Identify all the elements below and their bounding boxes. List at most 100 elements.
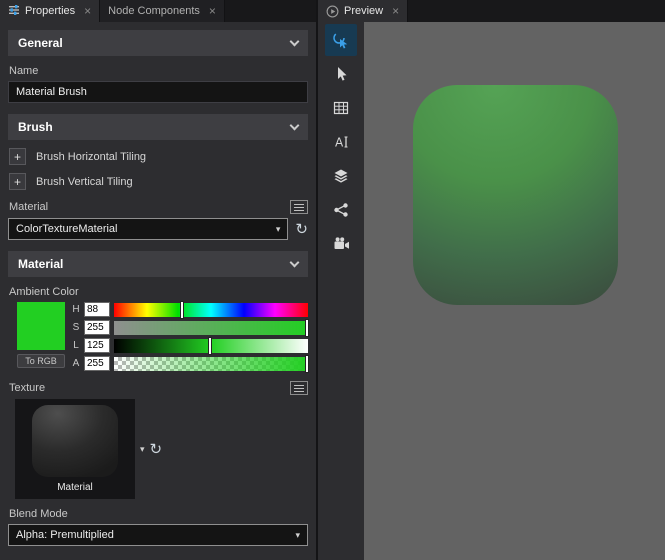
hue-slider[interactable] bbox=[114, 303, 308, 317]
chevron-down-icon bbox=[290, 257, 300, 267]
left-tabbar: Properties × Node Components × bbox=[0, 0, 316, 22]
slider-marker[interactable] bbox=[181, 302, 183, 318]
properties-icon bbox=[8, 4, 20, 19]
to-rgb-button[interactable]: To RGB bbox=[17, 354, 65, 368]
close-icon[interactable]: × bbox=[84, 5, 91, 17]
reset-icon[interactable]: ↻ bbox=[150, 442, 163, 457]
texture-thumbnail[interactable]: Material bbox=[15, 399, 135, 499]
reset-icon[interactable]: ↻ bbox=[295, 222, 308, 237]
material-dropdown[interactable]: ColorTextureMaterial ▾ bbox=[8, 218, 288, 240]
tab-node-components[interactable]: Node Components × bbox=[100, 0, 225, 22]
preview-body: A bbox=[318, 22, 665, 560]
chevron-down-icon[interactable]: ▾ bbox=[140, 444, 145, 455]
tab-preview-label: Preview bbox=[344, 5, 383, 17]
material-select-row: ColorTextureMaterial ▾ ↻ bbox=[8, 218, 308, 240]
layers-tool-icon bbox=[333, 168, 349, 184]
close-icon[interactable]: × bbox=[392, 5, 399, 17]
section-material-title: Material bbox=[18, 257, 63, 271]
chevron-down-icon bbox=[290, 36, 300, 46]
add-property-button[interactable]: + bbox=[9, 148, 26, 165]
alpha-row: A bbox=[72, 356, 308, 371]
blend-mode-label: Blend Mode bbox=[9, 508, 308, 520]
grid-tool-icon bbox=[333, 100, 349, 116]
play-icon bbox=[326, 5, 339, 18]
app-window: Properties × Node Components × General N… bbox=[0, 0, 665, 560]
tab-node-components-label: Node Components bbox=[108, 5, 200, 17]
chevron-down-icon bbox=[290, 120, 300, 130]
color-channels: H S L A bbox=[72, 302, 308, 371]
open-editor-icon[interactable] bbox=[290, 200, 308, 214]
select-tool-button[interactable] bbox=[325, 58, 357, 90]
node-connections-tool-icon bbox=[333, 202, 349, 218]
saturation-label: S bbox=[72, 322, 80, 333]
lightness-slider[interactable] bbox=[114, 339, 308, 353]
grid-tool-button[interactable] bbox=[325, 92, 357, 124]
saturation-input[interactable] bbox=[84, 320, 110, 335]
alpha-slider[interactable] bbox=[114, 357, 308, 371]
tab-preview[interactable]: Preview × bbox=[318, 0, 408, 22]
hue-row: H bbox=[72, 302, 308, 317]
ambient-color-label: Ambient Color bbox=[9, 286, 308, 298]
text-tool-button[interactable]: A bbox=[325, 126, 357, 158]
brush-vertical-tiling-label: Brush Vertical Tiling bbox=[36, 176, 133, 188]
open-editor-icon[interactable] bbox=[290, 381, 308, 395]
slider-marker[interactable] bbox=[209, 338, 211, 354]
name-label: Name bbox=[9, 65, 308, 77]
brush-horizontal-tiling-row: + Brush Horizontal Tiling bbox=[9, 148, 308, 165]
section-general-title: General bbox=[18, 36, 63, 50]
saturation-row: S bbox=[72, 320, 308, 335]
texture-select-row: Material ▾ ↻ bbox=[15, 399, 308, 499]
tab-properties[interactable]: Properties × bbox=[0, 0, 100, 22]
alpha-label: A bbox=[72, 358, 80, 369]
texture-label-row: Texture bbox=[9, 381, 308, 395]
section-brush[interactable]: Brush bbox=[8, 114, 308, 140]
blend-mode-dropdown[interactable]: Alpha: Premultiplied ▾ bbox=[8, 524, 308, 546]
camera-tool-button[interactable] bbox=[325, 228, 357, 260]
node-connections-tool-button[interactable] bbox=[325, 194, 357, 226]
chevron-down-icon: ▾ bbox=[295, 530, 300, 541]
ambient-color-editor: To RGB H S L bbox=[17, 302, 308, 371]
material-label-row: Material bbox=[9, 200, 308, 214]
interact-tool-icon bbox=[332, 31, 350, 49]
select-tool-icon bbox=[333, 66, 349, 82]
material-label: Material bbox=[9, 201, 48, 213]
section-brush-title: Brush bbox=[18, 120, 53, 134]
material-dropdown-value: ColorTextureMaterial bbox=[16, 223, 117, 235]
properties-body: General Name Brush + Brush Horizontal Ti… bbox=[0, 22, 316, 560]
slider-marker[interactable] bbox=[306, 320, 308, 336]
preview-canvas[interactable] bbox=[364, 22, 665, 560]
lightness-row: L bbox=[72, 338, 308, 353]
alpha-input[interactable] bbox=[84, 356, 110, 371]
chevron-down-icon: ▾ bbox=[276, 224, 281, 235]
preview-material-object bbox=[413, 85, 618, 305]
preview-toolbar: A bbox=[318, 22, 364, 560]
section-material[interactable]: Material bbox=[8, 251, 308, 277]
preview-tabbar: Preview × bbox=[318, 0, 665, 22]
color-swatch[interactable] bbox=[17, 302, 65, 350]
name-input[interactable] bbox=[8, 81, 308, 103]
camera-tool-icon bbox=[333, 236, 350, 252]
swatch-column: To RGB bbox=[17, 302, 65, 371]
brush-horizontal-tiling-label: Brush Horizontal Tiling bbox=[36, 151, 146, 163]
tab-properties-label: Properties bbox=[25, 5, 75, 17]
texture-thumb-label: Material bbox=[57, 482, 93, 493]
hue-input[interactable] bbox=[84, 302, 110, 317]
close-icon[interactable]: × bbox=[209, 5, 216, 17]
layers-tool-button[interactable] bbox=[325, 160, 357, 192]
saturation-slider[interactable] bbox=[114, 321, 308, 335]
lightness-input[interactable] bbox=[84, 338, 110, 353]
text-tool-icon: A bbox=[333, 134, 349, 150]
blend-mode-value: Alpha: Premultiplied bbox=[16, 529, 114, 541]
hue-label: H bbox=[72, 304, 80, 315]
texture-preview-image bbox=[32, 405, 118, 477]
add-property-button[interactable]: + bbox=[9, 173, 26, 190]
interact-tool-button[interactable] bbox=[325, 24, 357, 56]
preview-panel: Preview × bbox=[318, 0, 665, 560]
brush-vertical-tiling-row: + Brush Vertical Tiling bbox=[9, 173, 308, 190]
section-general[interactable]: General bbox=[8, 30, 308, 56]
texture-label: Texture bbox=[9, 382, 45, 394]
slider-marker[interactable] bbox=[306, 356, 308, 372]
svg-text:A: A bbox=[335, 136, 344, 150]
lightness-label: L bbox=[72, 340, 80, 351]
properties-panel: Properties × Node Components × General N… bbox=[0, 0, 318, 560]
